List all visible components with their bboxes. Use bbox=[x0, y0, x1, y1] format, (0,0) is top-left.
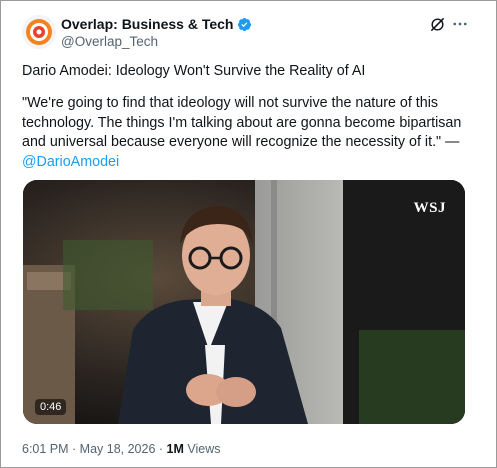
verified-badge-icon bbox=[238, 17, 252, 31]
quote-text: "We're going to find that ideology will … bbox=[22, 95, 462, 150]
video-player[interactable]: WSJ 0:46 bbox=[23, 180, 465, 424]
overlap-logo-icon bbox=[22, 15, 56, 49]
post-card: Overlap: Business & Tech @Overlap_Tech D… bbox=[0, 0, 497, 468]
author-name-row[interactable]: Overlap: Business & Tech bbox=[61, 16, 252, 32]
post-title: Dario Amodei: Ideology Won't Survive the… bbox=[22, 63, 366, 79]
post-meta: 6:01 PM · May 18, 2026 · 1M Views bbox=[22, 442, 220, 456]
grok-icon[interactable] bbox=[429, 16, 446, 33]
mention-link[interactable]: @DarioAmodei bbox=[22, 154, 119, 170]
wsj-watermark: WSJ bbox=[413, 200, 446, 216]
post-quote: "We're going to find that ideology will … bbox=[22, 94, 478, 172]
author-name[interactable]: Overlap: Business & Tech bbox=[61, 16, 233, 32]
video-duration: 0:46 bbox=[35, 399, 67, 415]
views-count: 1M bbox=[166, 442, 184, 456]
post-timestamp[interactable]: 6:01 PM · May 18, 2026 · bbox=[22, 442, 167, 456]
avatar[interactable] bbox=[22, 15, 56, 49]
video-thumbnail bbox=[23, 180, 465, 424]
views-label: Views bbox=[183, 442, 221, 456]
author-handle[interactable]: @Overlap_Tech bbox=[61, 34, 158, 49]
more-icon[interactable] bbox=[451, 15, 469, 33]
